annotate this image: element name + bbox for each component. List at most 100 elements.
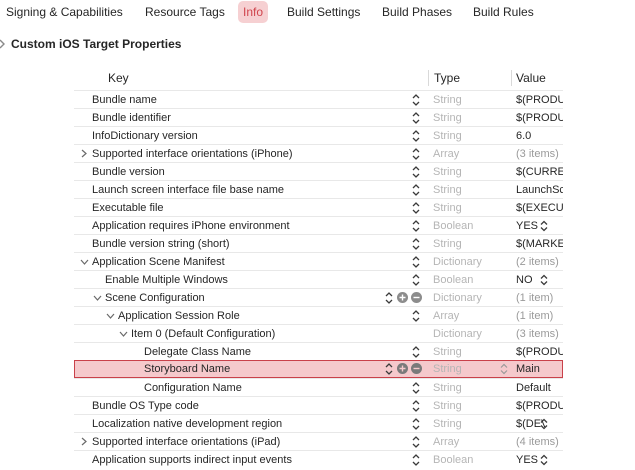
value-popup-stepper-icon[interactable] xyxy=(540,220,548,232)
value-field[interactable]: $(PRODUCT_BUNDLE_PACKAGE_TYPE) xyxy=(516,398,563,414)
type-label[interactable]: Boolean xyxy=(433,272,473,288)
disclosure-down-icon[interactable] xyxy=(119,331,128,337)
plist-row[interactable]: Application Session Role Array (1 item) xyxy=(74,306,563,324)
key-label[interactable]: Scene Configuration xyxy=(105,290,205,306)
key-stepper-icon[interactable] xyxy=(385,362,393,376)
key-label[interactable]: Delegate Class Name xyxy=(144,344,251,360)
key-stepper-icon[interactable] xyxy=(412,435,420,449)
value-field[interactable]: $(PRODUCT_NAME) xyxy=(516,92,563,108)
plist-row[interactable]: Configuration Name String Default xyxy=(74,378,563,396)
column-divider[interactable] xyxy=(511,70,512,86)
key-stepper-icon[interactable] xyxy=(412,201,420,215)
type-label[interactable]: Array xyxy=(433,434,459,450)
plist-row[interactable]: Launch screen interface file base name S… xyxy=(74,180,563,198)
key-label[interactable]: Supported interface orientations (iPad) xyxy=(92,434,280,450)
key-label[interactable]: Application Session Role xyxy=(118,308,240,324)
plist-row[interactable]: Bundle version String $(CURRENT_PROJECT_… xyxy=(74,162,563,180)
column-header-value[interactable]: Value xyxy=(516,70,546,86)
type-label[interactable]: String xyxy=(433,164,462,180)
type-label[interactable]: String xyxy=(433,361,462,377)
key-stepper-icon[interactable] xyxy=(412,309,420,323)
value-field[interactable]: 6.0 xyxy=(516,128,563,144)
type-label[interactable]: String xyxy=(433,398,462,414)
plist-row[interactable]: Delegate Class Name String $(PRODUCT_MOD… xyxy=(74,342,563,360)
plist-row[interactable]: Scene Configuration Dictionary (1 item) xyxy=(74,288,563,306)
key-stepper-icon[interactable] xyxy=(412,273,420,287)
plist-row[interactable]: Application Scene Manifest Dictionary (2… xyxy=(74,252,563,270)
type-label[interactable]: String xyxy=(433,380,462,396)
add-item-icon[interactable] xyxy=(397,292,408,303)
value-field[interactable]: Main xyxy=(516,361,563,377)
type-label[interactable]: String xyxy=(433,344,462,360)
column-divider[interactable] xyxy=(428,70,429,86)
tab-info[interactable]: Info xyxy=(238,1,269,23)
disclosure-down-icon[interactable] xyxy=(80,259,89,265)
type-label[interactable]: Array xyxy=(433,146,459,162)
type-label[interactable]: Dictionary xyxy=(433,290,482,306)
type-label[interactable]: Dictionary xyxy=(433,254,482,270)
disclosure-right-icon[interactable] xyxy=(81,149,87,158)
plist-row[interactable]: Bundle identifier String $(PRODUCT_BUNDL… xyxy=(74,108,563,126)
key-stepper-icon[interactable] xyxy=(412,93,420,107)
key-stepper-icon[interactable] xyxy=(412,255,420,269)
key-stepper-icon[interactable] xyxy=(412,219,420,233)
key-stepper-icon[interactable] xyxy=(412,237,420,251)
type-label[interactable]: String xyxy=(433,182,462,198)
tab-signing-capabilities[interactable]: Signing & Capabilities xyxy=(6,1,123,23)
key-stepper-icon[interactable] xyxy=(412,165,420,179)
plist-row[interactable]: Bundle version string (short) String $(M… xyxy=(74,234,563,252)
remove-item-icon[interactable] xyxy=(411,292,422,303)
key-stepper-icon[interactable] xyxy=(412,183,420,197)
value-field[interactable]: $(CURRENT_PROJECT_VERSION) xyxy=(516,164,563,180)
plist-row[interactable]: InfoDictionary version String 6.0 xyxy=(74,126,563,144)
column-header-key[interactable]: Key xyxy=(108,70,129,86)
tab-build-rules[interactable]: Build Rules xyxy=(473,1,534,23)
type-label[interactable]: String xyxy=(433,128,462,144)
key-stepper-icon[interactable] xyxy=(385,291,393,305)
value-popup-stepper-icon[interactable] xyxy=(540,274,548,286)
key-label[interactable]: Enable Multiple Windows xyxy=(105,272,228,288)
plist-row[interactable]: Bundle OS Type code String $(PRODUCT_BUN… xyxy=(74,396,563,414)
disclosure-down-icon[interactable] xyxy=(93,295,102,301)
add-item-icon[interactable] xyxy=(397,363,408,374)
value-popup-stepper-icon[interactable] xyxy=(540,418,548,430)
key-stepper-icon[interactable] xyxy=(412,453,420,467)
key-label[interactable]: Bundle OS Type code xyxy=(92,398,199,414)
key-label[interactable]: InfoDictionary version xyxy=(92,128,198,144)
type-popup-stepper-icon[interactable] xyxy=(500,363,508,375)
key-stepper-icon[interactable] xyxy=(412,111,420,125)
key-stepper-icon[interactable] xyxy=(412,129,420,143)
key-label[interactable]: Executable file xyxy=(92,200,164,216)
key-stepper-icon[interactable] xyxy=(412,417,420,431)
value-field[interactable]: $(MARKETING_VERSION) xyxy=(516,236,563,252)
key-stepper-icon[interactable] xyxy=(412,147,420,161)
key-label[interactable]: Launch screen interface file base name xyxy=(92,182,284,198)
tab-build-phases[interactable]: Build Phases xyxy=(382,1,452,23)
value-popup-stepper-icon[interactable] xyxy=(540,454,548,466)
type-label[interactable]: String xyxy=(433,416,462,432)
disclosure-down-icon[interactable] xyxy=(106,313,115,319)
value-field[interactable]: $(PRODUCT_BUNDLE_IDENTIFIER) xyxy=(516,110,563,126)
type-label[interactable]: String xyxy=(433,236,462,252)
key-label[interactable]: Bundle version string (short) xyxy=(92,236,230,252)
plist-row[interactable]: Bundle name String $(PRODUCT_NAME) xyxy=(74,90,563,108)
column-header-type[interactable]: Type xyxy=(434,70,460,86)
plist-row[interactable]: Executable file String $(EXECUTABLE_NAME… xyxy=(74,198,563,216)
key-label[interactable]: Application Scene Manifest xyxy=(92,254,225,270)
key-stepper-icon[interactable] xyxy=(412,399,420,413)
remove-item-icon[interactable] xyxy=(411,363,422,374)
type-label[interactable]: String xyxy=(433,92,462,108)
key-label[interactable]: Configuration Name xyxy=(144,380,242,396)
plist-row[interactable]: Item 0 (Default Configuration) Dictionar… xyxy=(74,324,563,342)
plist-row[interactable]: Supported interface orientations (iPad) … xyxy=(74,432,563,450)
plist-row[interactable]: Application requires iPhone environment … xyxy=(74,216,563,234)
plist-row[interactable]: Enable Multiple Windows Boolean NO xyxy=(74,270,563,288)
key-label[interactable]: Application requires iPhone environment xyxy=(92,218,290,234)
chevron-right-icon[interactable] xyxy=(0,38,6,50)
key-label[interactable]: Supported interface orientations (iPhone… xyxy=(92,146,293,162)
type-label[interactable]: Boolean xyxy=(433,452,473,468)
key-label[interactable]: Bundle version xyxy=(92,164,165,180)
plist-row-selected[interactable]: Storyboard Name String Main xyxy=(74,360,563,378)
key-label[interactable]: Bundle identifier xyxy=(92,110,171,126)
value-field[interactable]: $(PRODUCT_MODULE_NAME).SceneDelegate xyxy=(516,344,563,360)
